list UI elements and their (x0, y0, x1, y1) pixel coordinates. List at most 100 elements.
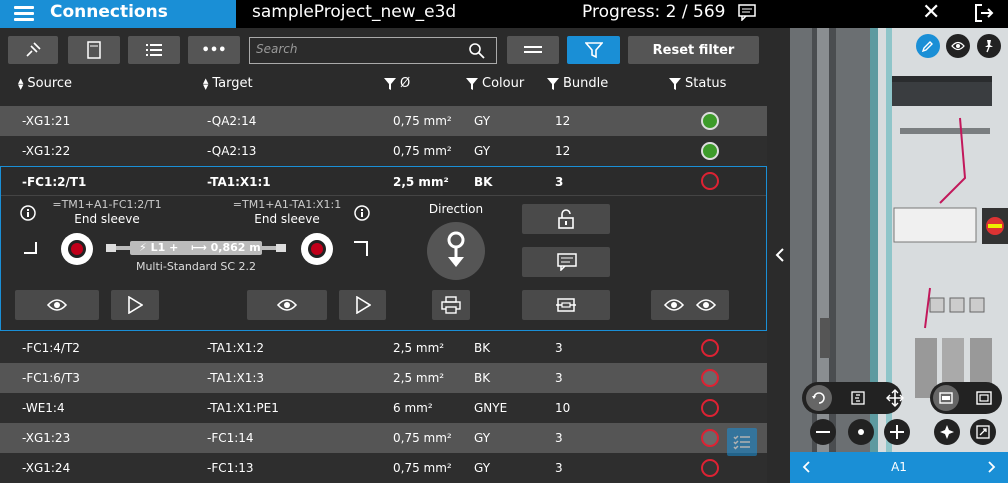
view-source-button[interactable] (15, 290, 99, 320)
eye-icon (951, 41, 965, 51)
screen-icon (939, 392, 953, 404)
table-row[interactable]: -WE1:4 -TA1:X1:PE1 6 mm² GNYE 10 (0, 393, 767, 423)
display-mode-a-button[interactable] (933, 385, 959, 411)
target-column-header[interactable]: ▲ ▼ Target (203, 76, 253, 91)
connector-tool-button[interactable] (8, 36, 58, 64)
filter-icon (384, 77, 396, 90)
play-source-button[interactable] (111, 290, 159, 320)
bundle-column-header[interactable]: Bundle (547, 76, 608, 91)
edit-mode-button[interactable] (916, 34, 940, 58)
collapse-button[interactable] (507, 36, 559, 64)
info-icon[interactable] (20, 205, 36, 221)
chevron-left-icon (775, 248, 784, 262)
diameter-cell: 2,5 mm² (393, 175, 449, 189)
zoom-out-button[interactable] (810, 419, 836, 445)
double-eye-icon (664, 299, 716, 311)
comment-icon[interactable] (738, 3, 756, 21)
left-connector-icon[interactable] (61, 233, 93, 265)
target-cell: -TA1:X1:1 (207, 175, 271, 189)
info-icon[interactable] (354, 205, 370, 221)
print-label-button[interactable] (432, 290, 470, 320)
visibility-button[interactable] (946, 34, 970, 58)
list-view-button[interactable] (128, 36, 180, 64)
colour-column-header[interactable]: Colour (466, 76, 524, 91)
sort-icon: ▲ ▼ (18, 76, 24, 91)
toolbar: ••• Reset filter (0, 28, 770, 72)
center-view-button[interactable] (934, 419, 960, 445)
source-column-header[interactable]: ▲ ▼ Source (18, 76, 72, 91)
header-spacer (0, 98, 767, 106)
comment-icon (557, 253, 577, 271)
colour-cell: BK (474, 341, 491, 355)
diameter-column-header[interactable]: Ø (384, 76, 410, 91)
table-row[interactable]: -XG1:22 -QA2:13 0,75 mm² GY 12 (0, 136, 767, 166)
checklist-button[interactable] (727, 428, 757, 456)
cable-label: ⚡ L1 + (139, 241, 179, 254)
search-input[interactable] (256, 42, 456, 56)
filter-button[interactable] (567, 36, 620, 64)
zoom-reset-button[interactable] (848, 419, 874, 445)
fit-view-button[interactable] (970, 419, 996, 445)
left-end-type: End sleeve (74, 212, 140, 226)
close-icon[interactable]: ✕ (922, 0, 940, 26)
fit-icon (976, 425, 990, 439)
direction-button[interactable] (427, 222, 485, 280)
right-connector-icon[interactable] (301, 233, 333, 265)
status-column-header[interactable]: Status (669, 76, 726, 91)
pin-button[interactable] (977, 34, 1001, 58)
pin-icon (985, 40, 993, 53)
list-icon (146, 44, 162, 56)
table-row[interactable]: -FC1:4/T2 -TA1:X1:2 2,5 mm² BK 3 (0, 333, 767, 363)
center-icon (940, 425, 954, 439)
rotate-button[interactable] (806, 385, 832, 411)
comment-button[interactable] (522, 247, 610, 277)
pan-icon[interactable] (886, 389, 904, 407)
unlock-button[interactable] (522, 204, 610, 234)
sort-icon: ▲ ▼ (203, 76, 209, 91)
menu-icon[interactable] (14, 6, 34, 22)
target-cell: -QA2:13 (207, 144, 257, 158)
divider (1, 195, 766, 196)
device-view-button[interactable] (68, 36, 120, 64)
status-open-icon (701, 459, 719, 477)
colour-cell: GNYE (474, 401, 508, 415)
cable-type: Multi-Standard SC 2.2 (135, 260, 257, 273)
zoom-in-button[interactable] (884, 419, 910, 445)
column-header: ▲ ▼ Source ▲ ▼ Target Ø Colour Bundle Stat… (0, 72, 770, 98)
status-open-icon (701, 429, 719, 447)
screen-outline-icon[interactable] (976, 391, 992, 405)
pencil-icon (922, 41, 933, 52)
target-cell: -TA1:X1:PE1 (207, 401, 279, 415)
play-icon (128, 296, 143, 314)
cable-length: ⟼ 0,862 m (191, 241, 261, 254)
wire-end-button[interactable] (522, 290, 610, 320)
exit-icon[interactable] (973, 2, 995, 24)
bundle-cell: 12 (555, 144, 571, 158)
table-row[interactable]: -XG1:23 -FC1:14 0,75 mm² GY 3 (0, 423, 767, 453)
view-both-button[interactable] (651, 290, 729, 320)
selected-row[interactable]: -FC1:2/T1 -TA1:X1:1 2,5 mm² BK 3 (1, 167, 766, 195)
search-icon[interactable] (468, 42, 486, 60)
source-cell: -XG1:24 (22, 461, 71, 475)
rotate-icon (812, 392, 825, 404)
diameter-cell: 2,5 mm² (393, 341, 445, 355)
bundle-cell: 3 (555, 175, 564, 189)
top-bar: Connections sampleProject_new_e3d Progre… (0, 0, 1008, 28)
chevron-right-icon[interactable] (988, 461, 996, 473)
table-row[interactable]: -XG1:21 -QA2:14 0,75 mm² GY 12 (0, 106, 767, 136)
table-row[interactable]: -XG1:24 -FC1:13 0,75 mm² GY 3 (0, 453, 767, 483)
perspective-icon[interactable] (850, 390, 866, 406)
more-options-button[interactable]: ••• (188, 36, 240, 64)
3d-viewer-panel[interactable]: A1 (770, 28, 1008, 483)
table-row[interactable]: -FC1:6/T3 -TA1:X1:3 2,5 mm² BK 3 (0, 363, 767, 393)
colour-cell: GY (474, 431, 491, 445)
search-box (249, 37, 497, 64)
reset-filter-button[interactable]: Reset filter (628, 36, 759, 64)
target-cell: -QA2:14 (207, 114, 257, 128)
play-icon (356, 296, 371, 314)
diameter-cell: 6 mm² (393, 401, 433, 415)
equals-icon (524, 46, 542, 53)
view-target-button[interactable] (247, 290, 327, 320)
collapse-handle[interactable] (770, 28, 790, 483)
play-target-button[interactable] (339, 290, 386, 320)
